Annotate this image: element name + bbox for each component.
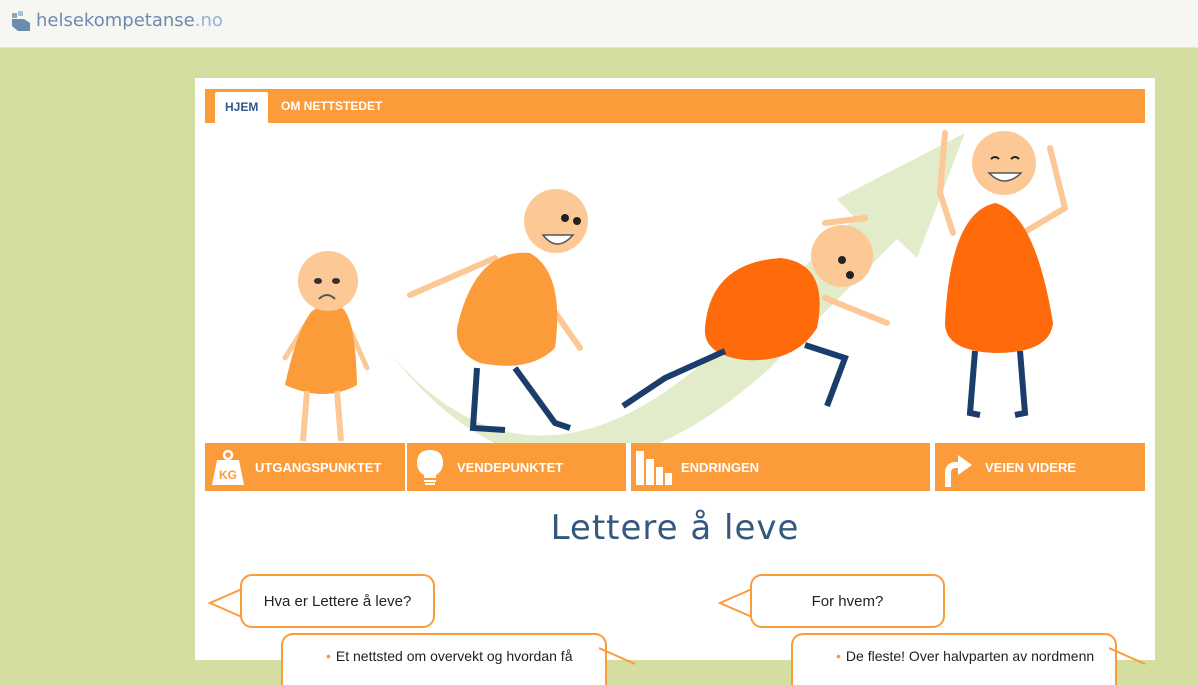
bullet-right: • De fleste! Over halvparten av nordmenn — [836, 648, 1095, 664]
kg-weight-icon: KG — [205, 443, 251, 491]
section-menu: KG UTGANGSPUNKTET VENDEPUNKTET ENDRINGEN… — [205, 443, 1145, 491]
site-logo[interactable]: helsekompetanse.no — [10, 9, 223, 31]
menu-utgangspunktet[interactable]: KG UTGANGSPUNKTET — [205, 443, 405, 491]
menu-endringen[interactable]: ENDRINGEN — [631, 443, 930, 491]
speech-tail-left — [208, 588, 243, 618]
content-page: HJEM OM NETTSTEDET KG UTGANGSPUNKTET VEN… — [195, 78, 1155, 685]
question-bubble-what: Hva er Lettere å leve? — [240, 574, 435, 628]
speech-tail-left-answer — [599, 647, 636, 665]
speech-tail-right — [718, 588, 753, 618]
menu-label-vendepunktet: VENDEPUNKTET — [457, 459, 564, 475]
bar-chart-icon — [631, 443, 677, 491]
menu-label-endringen: ENDRINGEN — [681, 459, 760, 475]
logo-text: helsekompetanse.no — [36, 9, 223, 31]
menu-vendepunktet[interactable]: VENDEPUNKTET — [407, 443, 626, 491]
logo-icon — [12, 11, 30, 31]
lightbulb-icon — [407, 443, 453, 491]
hero-illustration — [205, 123, 1145, 443]
top-bar: helsekompetanse.no — [0, 0, 1198, 48]
question-bubble-who: For hvem? — [750, 574, 945, 628]
figure-sad — [282, 251, 370, 442]
figure-walking — [407, 189, 588, 433]
tab-om-nettstedet[interactable]: OM NETTSTEDET — [281, 89, 382, 123]
menu-label-veien-videre: VEIEN VIDERE — [985, 459, 1077, 475]
speech-tail-right-answer — [1109, 647, 1146, 665]
bullet-left: • Et nettsted om overvekt og hvordan få — [326, 648, 573, 664]
tab-hjem[interactable]: HJEM — [215, 92, 269, 123]
menu-veien-videre[interactable]: VEIEN VIDERE — [935, 443, 1145, 491]
page-title: Lettere å leve — [550, 508, 800, 548]
menu-label-utgangspunktet: UTGANGSPUNKTET — [255, 459, 382, 475]
svg-text:KG: KG — [219, 468, 237, 482]
figure-cheering — [937, 130, 1068, 418]
arrow-up-right-icon — [935, 443, 981, 491]
main-navbar: HJEM OM NETTSTEDET — [205, 89, 1145, 123]
